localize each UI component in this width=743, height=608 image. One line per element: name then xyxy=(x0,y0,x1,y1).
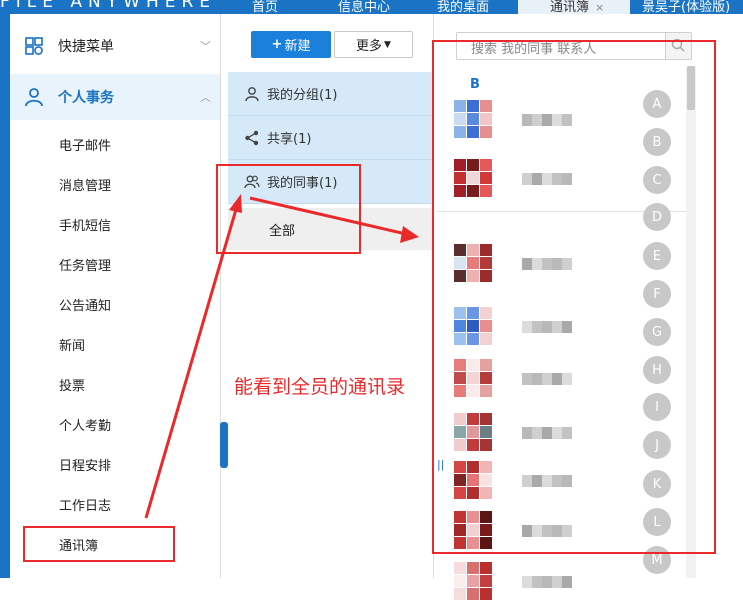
avatar-pixel xyxy=(467,588,479,600)
more-button[interactable]: 更多 ▼ xyxy=(334,31,413,58)
group-item-my-groups[interactable]: 我的分组(1) xyxy=(228,72,434,116)
share-icon xyxy=(245,130,259,145)
menu-quick[interactable]: 快捷菜单 ﹀ xyxy=(10,23,220,69)
avatar-pixel xyxy=(480,588,492,600)
sidebar-item-schedule[interactable]: 日程安排 xyxy=(59,455,111,474)
sidebar-item-worklog[interactable]: 工作日志 xyxy=(59,495,111,514)
app-brand: FILE ANYWHERE xyxy=(0,0,217,12)
new-button-label: 新建 xyxy=(284,39,311,54)
sidebar: 快捷菜单 ﹀ 个人事务 ︿ 电子邮件 消息管理 手机短信 任务管理 公告通知 新… xyxy=(10,14,221,578)
person-icon xyxy=(25,88,43,107)
person-icon xyxy=(245,86,259,101)
avatar-pixel xyxy=(454,575,466,587)
grid-icon xyxy=(25,37,43,55)
avatar-pixel xyxy=(467,575,479,587)
more-button-label: 更多 xyxy=(356,39,383,54)
tab-user-trial[interactable]: 景吴子(体验版) xyxy=(642,0,730,14)
sidebar-item-notices[interactable]: 公告通知 xyxy=(59,295,111,314)
avatar-pixel xyxy=(467,562,479,574)
sidebar-item-vote[interactable]: 投票 xyxy=(59,375,85,394)
avatar-pixel xyxy=(480,575,492,587)
avatar xyxy=(454,562,496,604)
sidebar-item-messages[interactable]: 消息管理 xyxy=(59,175,111,194)
group-item-shared[interactable]: 共享(1) xyxy=(228,116,434,160)
tab-address-book[interactable]: 通讯簿 × xyxy=(518,0,630,14)
new-button[interactable]: + 新建 xyxy=(251,31,331,58)
group-panel: + 新建 更多 ▼ 我的分组(1) 共享(1) 我的同事(1) 全部 xyxy=(228,14,434,578)
sidebar-item-tasks[interactable]: 任务管理 xyxy=(59,255,111,274)
annotation-box-colleagues xyxy=(216,164,361,254)
pause-icon[interactable]: || xyxy=(437,458,444,471)
tab-my-desktop[interactable]: 我的桌面 xyxy=(437,0,489,14)
caret-down-icon: ▼ xyxy=(384,39,391,50)
avatar-pixel xyxy=(454,562,466,574)
tab-address-book-label: 通讯簿 xyxy=(550,0,590,14)
sidebar-item-news[interactable]: 新闻 xyxy=(59,335,85,354)
left-edge-strip xyxy=(0,14,10,578)
annotation-box-contacts xyxy=(432,40,716,554)
panel-collapse-handle[interactable] xyxy=(220,422,228,468)
sidebar-item-email[interactable]: 电子邮件 xyxy=(59,135,111,154)
top-nav-bar: FILE ANYWHERE 首页 信息中心 我的桌面 通讯簿 × 景吴子(体验版) xyxy=(0,0,743,14)
menu-personal[interactable]: 个人事务 ︿ xyxy=(10,74,220,120)
group-item-label: 共享(1) xyxy=(267,132,312,147)
chevron-down-icon: ﹀ xyxy=(200,40,211,53)
avatar-pixel xyxy=(480,562,492,574)
group-item-label: 我的分组(1) xyxy=(267,88,338,103)
sidebar-item-attendance[interactable]: 个人考勤 xyxy=(59,415,111,434)
menu-quick-label: 快捷菜单 xyxy=(58,39,114,55)
menu-personal-label: 个人事务 xyxy=(58,90,114,106)
annotation-box-address-book xyxy=(23,526,175,562)
close-icon[interactable]: × xyxy=(595,1,604,14)
annotation-text: 能看到全员的通讯录 xyxy=(234,376,406,398)
sidebar-item-sms[interactable]: 手机短信 xyxy=(59,215,111,234)
plus-icon: + xyxy=(271,37,283,52)
avatar-pixel xyxy=(454,588,466,600)
tab-info-center[interactable]: 信息中心 xyxy=(338,0,390,14)
tab-home[interactable]: 首页 xyxy=(252,0,278,14)
chevron-up-icon: ︿ xyxy=(200,91,211,104)
